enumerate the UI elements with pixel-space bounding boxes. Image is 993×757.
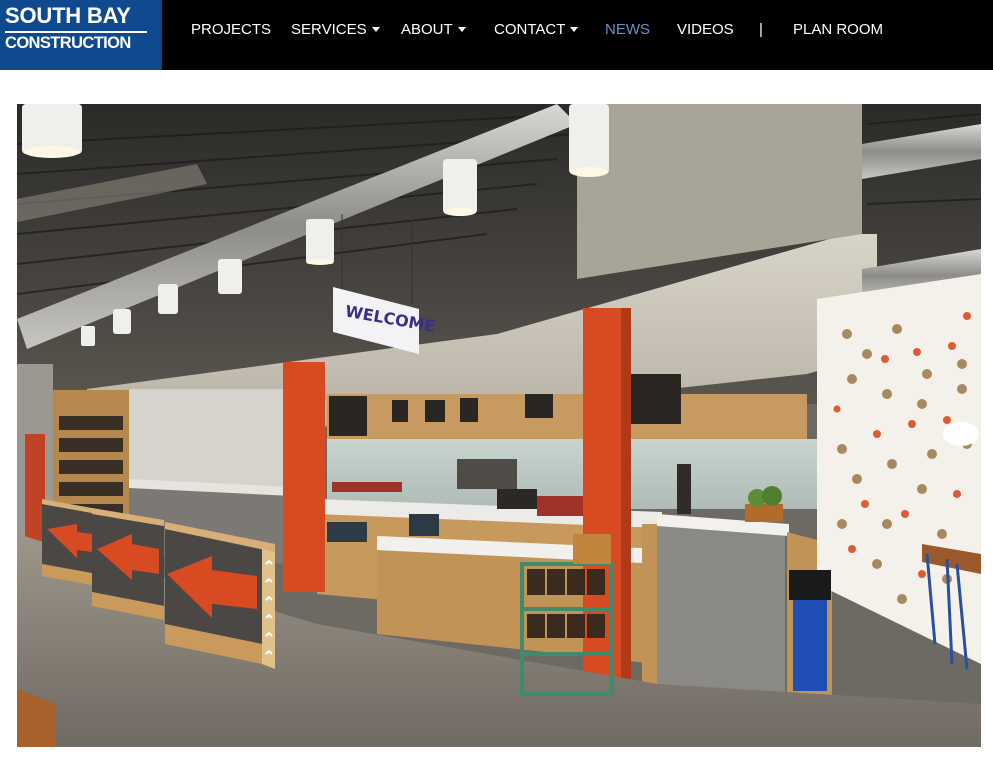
site-header: SOUTH BAY CONSTRUCTION PROJECTS SERVICES…: [0, 0, 993, 70]
nav-contact-label: CONTACT: [494, 21, 566, 38]
main-nav: PROJECTS SERVICES ABOUT CONTACT NEWS VID…: [0, 0, 993, 70]
nav-plan-room[interactable]: PLAN ROOM: [793, 20, 883, 40]
nav-projects-label: PROJECTS: [191, 21, 272, 38]
nav-news-label: NEWS: [605, 21, 650, 38]
nav-videos[interactable]: VIDEOS: [677, 20, 734, 40]
nav-contact[interactable]: CONTACT: [494, 20, 579, 40]
nav-about[interactable]: ABOUT: [401, 20, 466, 40]
nav-projects[interactable]: PROJECTS: [191, 20, 271, 40]
nav-about-label: ABOUT: [401, 21, 453, 38]
project-photo: WELCOME: [17, 104, 981, 747]
nav-plan-room-label: PLAN ROOM: [793, 21, 884, 38]
nav-separator: |: [759, 21, 763, 38]
chevron-down-icon: [570, 26, 579, 32]
nav-news[interactable]: NEWS: [605, 20, 650, 40]
nav-services-label: SERVICES: [291, 21, 367, 38]
chevron-down-icon: [457, 26, 466, 32]
accent-column: [283, 362, 325, 592]
nav-videos-label: VIDEOS: [677, 21, 734, 38]
chevron-down-icon: [371, 26, 380, 32]
nav-services[interactable]: SERVICES: [291, 20, 380, 40]
cafe-interior-illustration: WELCOME: [17, 104, 981, 747]
